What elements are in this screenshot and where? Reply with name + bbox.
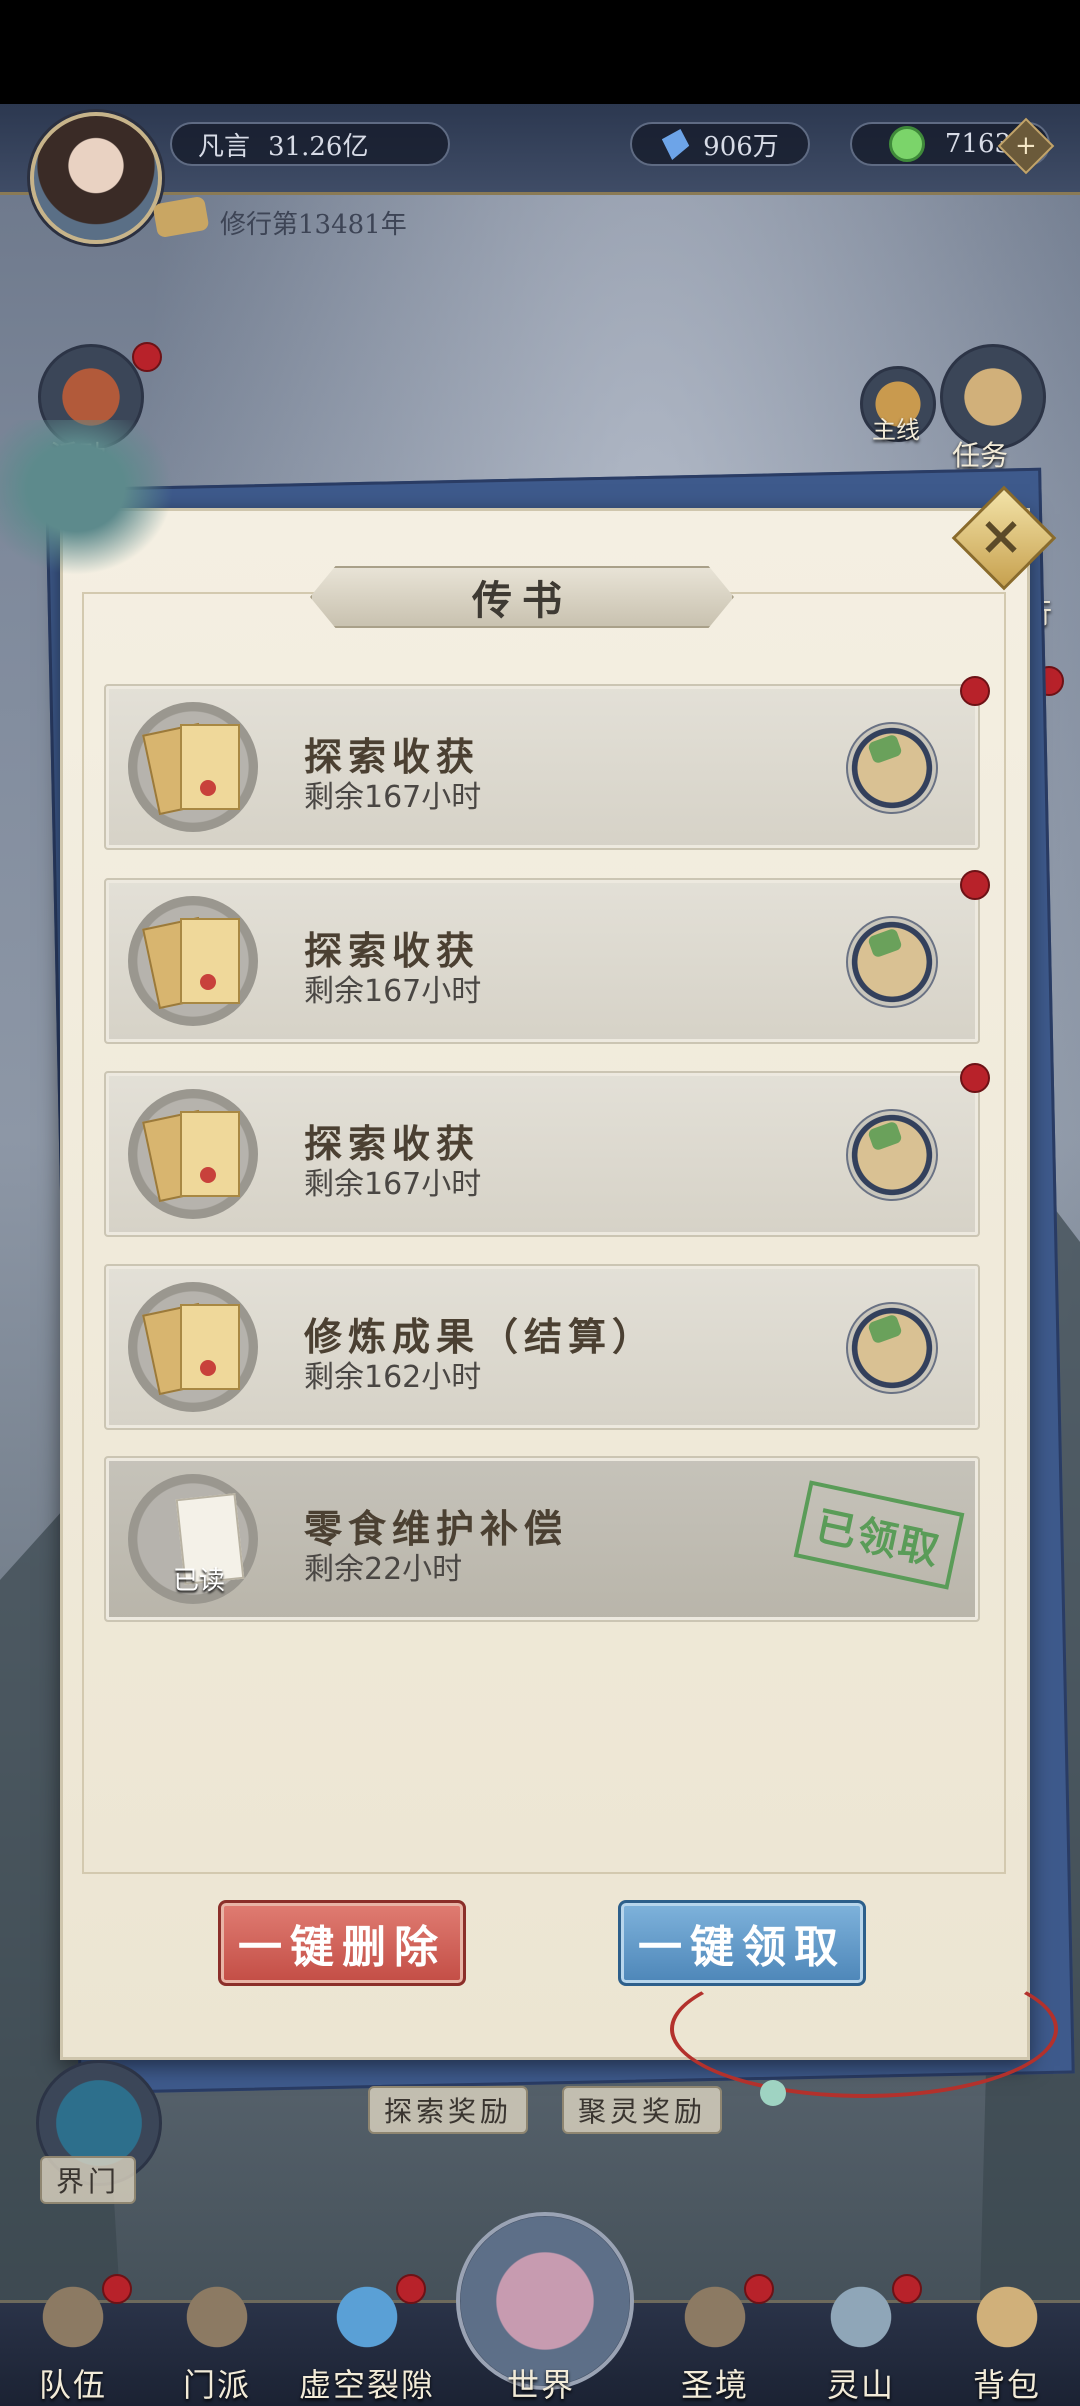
unread-red-dot	[960, 676, 990, 706]
crystal-counter[interactable]: 906万	[630, 122, 810, 166]
crystal-value: 906万	[703, 131, 779, 162]
mail-time-left: 剩余167小时	[304, 780, 482, 815]
delete-all-button[interactable]: 一键删除	[218, 1900, 466, 1986]
mail-row-read[interactable]: 已读 零食维护补偿 剩余22小时 已领取	[104, 1456, 980, 1622]
mail-row[interactable]: 探索收获 剩余167小时	[104, 676, 990, 850]
read-badge: 已读	[172, 1566, 225, 1596]
player-info[interactable]: 凡言 31.26亿	[170, 122, 450, 166]
gather-reward-label[interactable]: 聚灵奖励	[562, 2086, 723, 2134]
sect-icon	[170, 2270, 264, 2364]
bag-icon	[960, 2270, 1054, 2364]
mail-row[interactable]: 修炼成果（结算） 剩余162小时	[104, 1264, 980, 1430]
dialog-title: 传书	[310, 566, 734, 628]
power-value: 31.26亿	[268, 131, 369, 162]
mail-time-left: 剩余167小时	[304, 1167, 482, 1202]
crystal-icon	[657, 124, 694, 164]
gift-icon	[846, 916, 938, 1008]
nav-team-red-dot	[102, 2274, 132, 2304]
jade-icon	[888, 126, 925, 162]
cultivation-years: 修行第13481年	[220, 210, 407, 240]
nav-world[interactable]: 世界	[466, 2270, 616, 2404]
gift-icon	[846, 722, 938, 814]
gift-icon	[846, 1109, 938, 1201]
nav-bag[interactable]: 背包	[932, 2270, 1080, 2404]
explore-reward-label[interactable]: 探索奖励	[368, 2086, 529, 2134]
status-bar	[0, 0, 1080, 104]
player-avatar[interactable]	[30, 112, 162, 244]
letter-icon	[128, 702, 258, 832]
mail-time-left: 剩余167小时	[304, 974, 482, 1009]
mail-time-left: 剩余22小时	[304, 1552, 463, 1587]
letter-icon	[128, 896, 258, 1026]
unread-red-dot	[960, 870, 990, 900]
nav-sect[interactable]: 门派	[142, 2270, 292, 2404]
close-icon: ×	[978, 503, 1024, 567]
red-cord-decoration	[670, 1960, 1058, 2098]
realm-gate-label[interactable]: 界门	[40, 2156, 137, 2204]
mail-row[interactable]: 探索收获 剩余167小时	[104, 870, 990, 1044]
nav-spirit-red-dot	[892, 2274, 922, 2304]
letter-icon	[128, 1282, 258, 1412]
mainline-label: 主线	[872, 416, 920, 444]
mail-row[interactable]: 探索收获 剩余167小时	[104, 1063, 990, 1237]
player-name: 凡言	[198, 131, 251, 162]
jade-bead	[760, 2080, 786, 2106]
activity-red-dot	[132, 342, 162, 372]
nav-holy-red-dot	[744, 2274, 774, 2304]
claimed-stamp: 已领取	[793, 1480, 965, 1590]
close-button[interactable]: ×	[951, 485, 1057, 591]
mail-time-left: 剩余162小时	[304, 1360, 482, 1395]
gift-icon	[846, 1302, 938, 1394]
unread-red-dot	[960, 1063, 990, 1093]
letter-icon	[128, 1089, 258, 1219]
pine-branch-decoration	[0, 420, 190, 590]
nav-void-red-dot	[396, 2274, 426, 2304]
